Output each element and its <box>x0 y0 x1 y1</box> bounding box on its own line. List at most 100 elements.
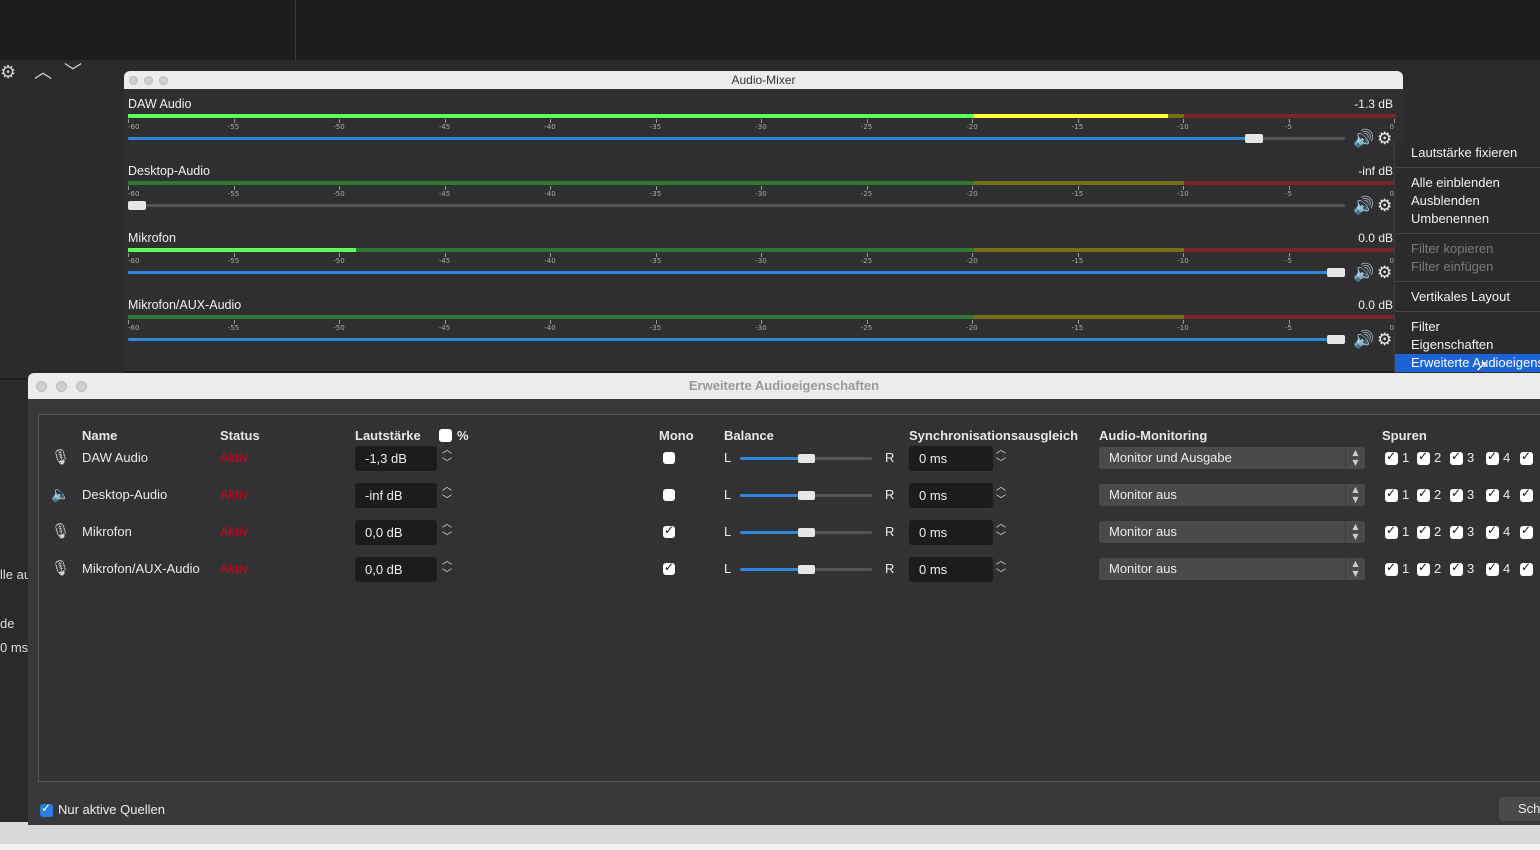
gear-icon[interactable]: ⚙ <box>1377 196 1392 216</box>
stepper-up-icon[interactable]: ︿ <box>993 482 1009 494</box>
volume-input[interactable]: -inf dB <box>355 483 437 508</box>
mono-checkbox[interactable] <box>663 523 675 538</box>
balance-slider[interactable] <box>740 565 872 574</box>
track-checkbox[interactable] <box>1385 560 1398 576</box>
gear-icon[interactable]: ⚙ <box>1377 330 1392 350</box>
stepper-down-icon[interactable]: ﹀ <box>439 458 455 470</box>
menu-item[interactable]: Ausblenden <box>1395 192 1540 210</box>
volume-slider-handle[interactable] <box>1327 335 1345 344</box>
sync-offset-input[interactable]: 0 ms <box>909 520 993 545</box>
track-checkbox[interactable] <box>1520 560 1533 576</box>
sync-offset-stepper[interactable]: ︿ ﹀ <box>993 519 1009 545</box>
close-window-button[interactable] <box>36 381 47 392</box>
track-checkbox[interactable] <box>1520 449 1533 465</box>
sync-offset-input[interactable]: 0 ms <box>909 557 993 582</box>
speaker-icon[interactable]: 🔊 <box>1353 330 1374 350</box>
volume-slider[interactable] <box>128 335 1345 344</box>
menu-item[interactable]: Lautstärke fixieren <box>1395 144 1540 162</box>
balance-slider-handle[interactable] <box>798 528 815 537</box>
stepper-up-icon[interactable]: ︿ <box>439 556 455 568</box>
mono-checkbox[interactable] <box>663 489 675 501</box>
menu-item[interactable]: Eigenschaften <box>1395 336 1540 354</box>
stepper-up-icon[interactable]: ︿ <box>439 445 455 457</box>
stepper-down-icon[interactable]: ﹀ <box>993 569 1009 581</box>
stepper-up-icon[interactable]: ︿ <box>439 482 455 494</box>
volume-slider[interactable] <box>128 201 1345 210</box>
track-checkbox[interactable] <box>1417 560 1430 576</box>
audio-monitoring-select[interactable]: Monitor aus ▲ ▼ <box>1099 558 1365 580</box>
track-checkbox[interactable] <box>1486 560 1499 576</box>
menu-item[interactable]: Alle einblenden <box>1395 174 1540 192</box>
volume-input[interactable]: -1,3 dB <box>355 446 437 471</box>
track-checkbox[interactable] <box>1385 486 1398 502</box>
stepper-down-icon[interactable]: ﹀ <box>439 569 455 581</box>
track-checkbox[interactable] <box>1417 449 1430 465</box>
zoom-window-button[interactable] <box>76 381 87 392</box>
stepper-up-icon[interactable]: ︿ <box>439 519 455 531</box>
track-checkbox[interactable] <box>1417 523 1430 539</box>
track-checkbox[interactable] <box>1450 523 1463 539</box>
volume-input[interactable]: 0,0 dB <box>355 557 437 582</box>
stepper-down-icon[interactable]: ﹀ <box>439 532 455 544</box>
track-checkbox[interactable] <box>1450 486 1463 502</box>
speaker-icon[interactable]: 🔊 <box>1353 196 1374 216</box>
stepper-up-icon[interactable]: ︿ <box>993 445 1009 457</box>
balance-slider[interactable] <box>740 454 872 463</box>
speaker-icon[interactable]: 🔊 <box>1353 129 1374 149</box>
balance-slider-handle[interactable] <box>798 454 815 463</box>
stepper-up-icon[interactable]: ︿ <box>993 556 1009 568</box>
volume-stepper[interactable]: ︿ ﹀ <box>439 556 455 582</box>
menu-item[interactable]: Erweiterte Audioeigenschaften <box>1395 354 1540 372</box>
volume-stepper[interactable]: ︿ ﹀ <box>439 482 455 508</box>
percent-checkbox[interactable] <box>439 429 452 442</box>
mono-checkbox[interactable] <box>663 452 675 464</box>
chevron-up-icon[interactable]: ︿ <box>34 64 52 82</box>
volume-slider-handle[interactable] <box>1327 268 1345 277</box>
stepper-down-icon[interactable]: ﹀ <box>993 532 1009 544</box>
volume-slider[interactable] <box>128 268 1345 277</box>
chevron-down-icon[interactable]: ﹀ <box>64 64 82 82</box>
track-checkbox[interactable] <box>1486 523 1499 539</box>
track-checkbox[interactable] <box>1486 486 1499 502</box>
gear-icon[interactable]: ⚙ <box>1377 263 1392 283</box>
close-button[interactable]: Sch <box>1499 797 1540 821</box>
mono-checkbox[interactable] <box>663 560 675 575</box>
minimize-window-button[interactable] <box>144 76 153 85</box>
audio-monitoring-select[interactable]: Monitor aus ▲ ▼ <box>1099 521 1365 543</box>
menu-item[interactable]: Umbenennen <box>1395 210 1540 228</box>
track-checkbox[interactable] <box>1417 486 1430 502</box>
track-checkbox[interactable] <box>1450 560 1463 576</box>
volume-stepper[interactable]: ︿ ﹀ <box>439 519 455 545</box>
only-active-sources-checkbox[interactable] <box>40 801 53 817</box>
audio-monitoring-select[interactable]: Monitor und Ausgabe ▲ ▼ <box>1099 447 1365 469</box>
track-checkbox[interactable] <box>1385 523 1398 539</box>
sync-offset-stepper[interactable]: ︿ ﹀ <box>993 556 1009 582</box>
stepper-down-icon[interactable]: ﹀ <box>993 458 1009 470</box>
speaker-icon[interactable]: 🔊 <box>1353 263 1374 283</box>
balance-slider[interactable] <box>740 528 872 537</box>
volume-slider-handle[interactable] <box>128 201 146 210</box>
volume-slider[interactable] <box>128 134 1345 143</box>
volume-slider-handle[interactable] <box>1244 134 1263 143</box>
track-checkbox[interactable] <box>1385 449 1398 465</box>
stepper-down-icon[interactable]: ﹀ <box>439 495 455 507</box>
minimize-window-button[interactable] <box>56 381 67 392</box>
volume-input[interactable]: 0,0 dB <box>355 520 437 545</box>
menu-item[interactable]: Filter <box>1395 318 1540 336</box>
track-checkbox[interactable] <box>1486 449 1499 465</box>
close-window-button[interactable] <box>129 76 138 85</box>
stepper-up-icon[interactable]: ︿ <box>993 519 1009 531</box>
zoom-window-button[interactable] <box>159 76 168 85</box>
audio-monitoring-select[interactable]: Monitor aus ▲ ▼ <box>1099 484 1365 506</box>
volume-stepper[interactable]: ︿ ﹀ <box>439 445 455 471</box>
track-checkbox[interactable] <box>1520 486 1533 502</box>
sync-offset-input[interactable]: 0 ms <box>909 483 993 508</box>
sync-offset-stepper[interactable]: ︿ ﹀ <box>993 445 1009 471</box>
track-checkbox[interactable] <box>1520 523 1533 539</box>
sync-offset-stepper[interactable]: ︿ ﹀ <box>993 482 1009 508</box>
stepper-down-icon[interactable]: ﹀ <box>993 495 1009 507</box>
track-checkbox[interactable] <box>1450 449 1463 465</box>
sync-offset-input[interactable]: 0 ms <box>909 446 993 471</box>
balance-slider[interactable] <box>740 491 872 500</box>
gear-icon[interactable]: ⚙ <box>1377 129 1392 149</box>
